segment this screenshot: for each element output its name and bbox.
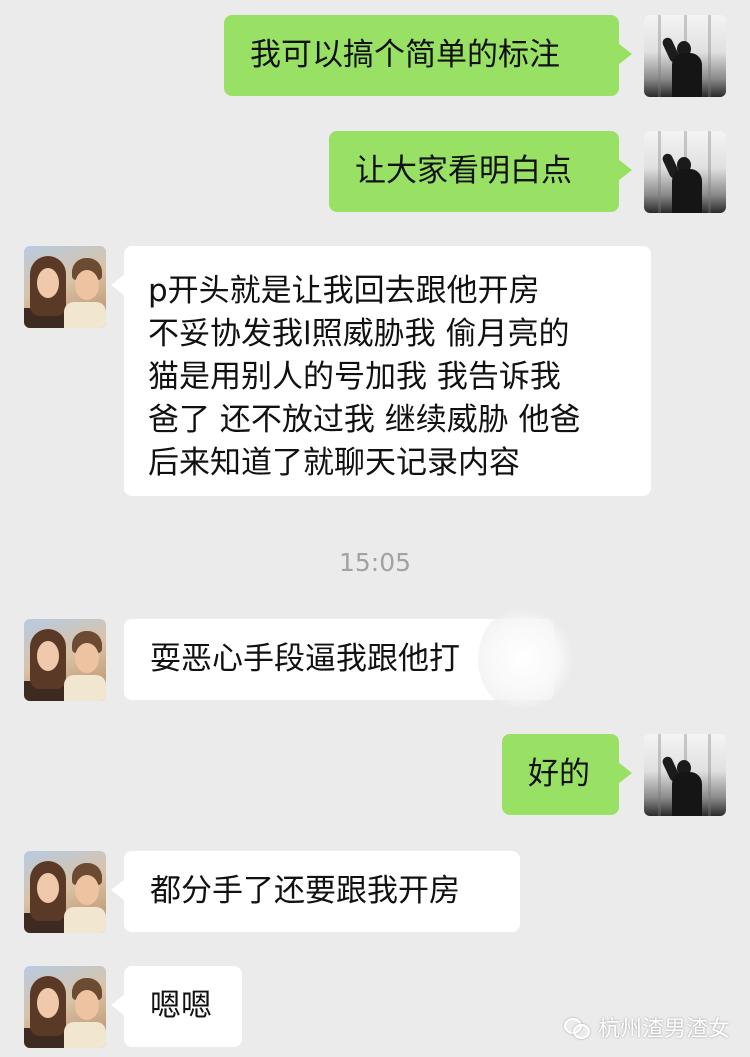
my-avatar[interactable] <box>644 15 726 97</box>
chat-window: 我可以搞个简单的标注 让大家看明白点 p开头就是让我回去跟他开房 不妥协发我l照… <box>0 0 750 1057</box>
watermark: 杭州渣男渣女 <box>563 1011 730 1043</box>
my-avatar[interactable] <box>644 131 726 213</box>
message-text: 我可以搞个简单的标注 <box>250 37 560 73</box>
message-text: p开头就是让我回去跟他开房 不妥协发我l照威胁我 偷月亮的 猫是用别人的号加我 … <box>148 273 581 481</box>
message-bubble-received[interactable]: 嗯嗯 <box>111 966 242 1047</box>
message-bubble-sent[interactable]: 好的 <box>502 734 632 815</box>
contact-avatar[interactable] <box>24 246 106 328</box>
contact-avatar[interactable] <box>24 619 106 701</box>
my-avatar[interactable] <box>644 734 726 816</box>
contact-avatar[interactable] <box>24 966 106 1048</box>
message-bubble-sent[interactable]: 让大家看明白点 <box>329 131 632 212</box>
message-text: 让大家看明白点 <box>355 153 572 189</box>
message-bubble-received[interactable]: p开头就是让我回去跟他开房 不妥协发我l照威胁我 偷月亮的 猫是用别人的号加我 … <box>111 246 651 496</box>
wechat-icon <box>563 1016 590 1039</box>
watermark-text: 杭州渣男渣女 <box>597 1017 730 1042</box>
message-timestamp: 15:05 <box>338 548 412 577</box>
message-text: 都分手了还要跟我开房 <box>150 873 460 909</box>
message-text: 嗯嗯 <box>150 988 212 1024</box>
message-bubble-sent[interactable]: 我可以搞个简单的标注 <box>224 15 632 96</box>
redaction-scribble <box>478 604 578 714</box>
contact-avatar[interactable] <box>24 851 106 933</box>
message-text: 耍恶心手段逼我跟他打 <box>150 641 460 677</box>
message-text: 好的 <box>528 756 590 792</box>
message-bubble-received[interactable]: 都分手了还要跟我开房 <box>111 851 520 932</box>
